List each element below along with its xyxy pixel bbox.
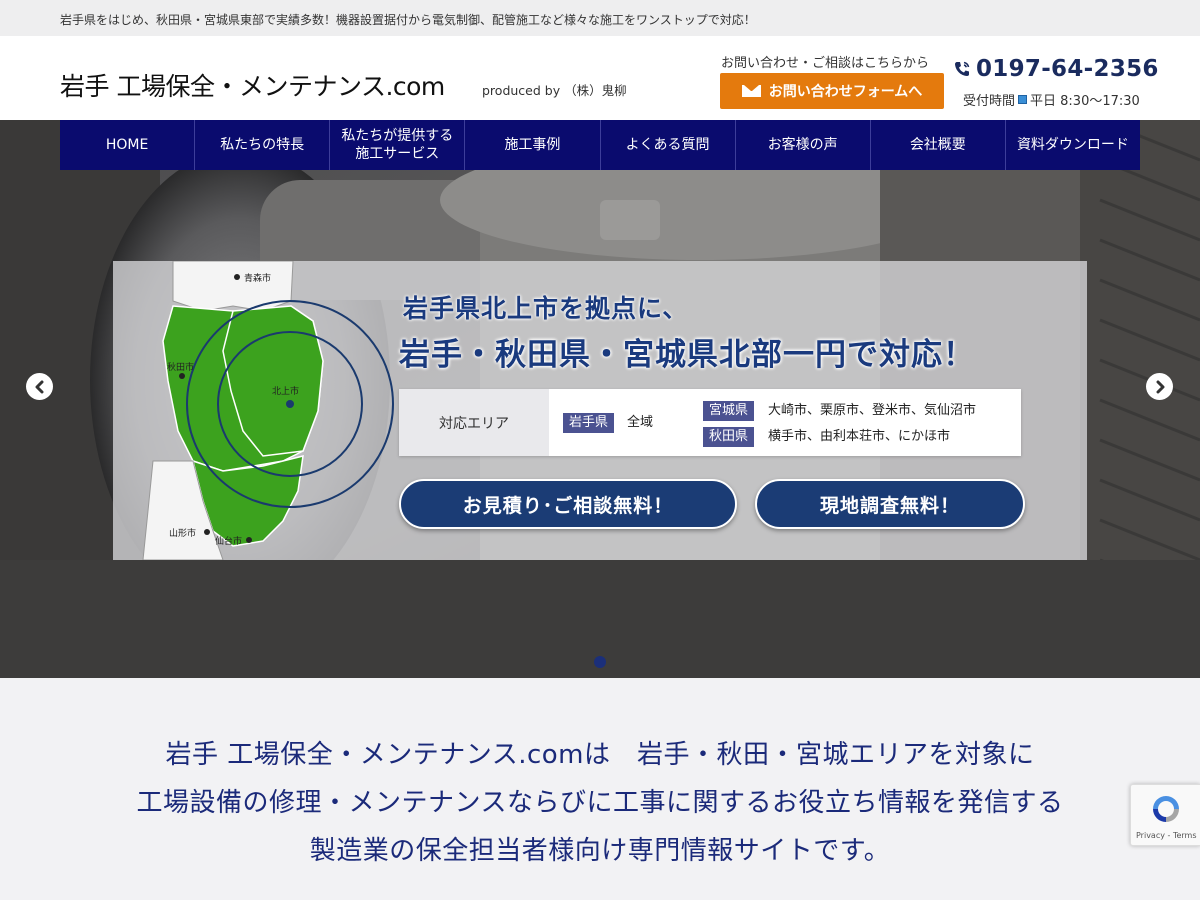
hours-label: 受付時間 bbox=[963, 94, 1016, 109]
hero-slider: 青森市 秋田市 北上市 山形市 仙台市 岩手県北上市を拠点に、 岩手・秋田県・宮… bbox=[0, 120, 1200, 678]
topbar-tagline: 岩手県をはじめ、秋田県・宮城県東部で実績多数！機器設置据付から電気制御、配管施工… bbox=[60, 13, 756, 27]
intro-section: 岩手 工場保全・メンテナンス.comは 岩手・秋田・宮城エリアを対象に 工場設備… bbox=[0, 678, 1200, 900]
mail-icon bbox=[741, 85, 761, 97]
intro-line-1: 岩手 工場保全・メンテナンス.comは 岩手・秋田・宮城エリアを対象に bbox=[165, 740, 1035, 770]
phone-contact[interactable]: 0197-64-2356 bbox=[952, 56, 1159, 82]
service-area-banner: 青森市 秋田市 北上市 山形市 仙台市 岩手県北上市を拠点に、 岩手・秋田県・宮… bbox=[113, 261, 1087, 560]
hours-bullet-icon bbox=[1018, 95, 1028, 104]
recaptcha-icon bbox=[1153, 796, 1179, 822]
contact-form-button[interactable]: お問い合わせフォームへ bbox=[720, 73, 944, 109]
topbar: 岩手県をはじめ、秋田県・宮城県東部で実績多数！機器設置据付から電気制御、配管施工… bbox=[0, 0, 1200, 36]
nav-item-home[interactable]: HOME bbox=[60, 120, 196, 170]
pref-area-miyagi: 大崎市、栗原市、登米市、気仙沼市 bbox=[768, 403, 977, 418]
business-hours: 受付時間 平日 8:30〜17:30 bbox=[963, 90, 1140, 109]
contact-label: お問い合わせ・ご相談はこちらから bbox=[721, 56, 930, 71]
hours-value: 平日 8:30〜17:30 bbox=[1030, 94, 1140, 109]
nav-item-case-studies[interactable]: 施工事例 bbox=[465, 120, 601, 170]
pref-tag-miyagi: 宮城県 bbox=[703, 401, 755, 421]
hero-headline-primary: 岩手県北上市を拠点に、 bbox=[403, 294, 689, 323]
produced-by: produced by （株）鬼柳 bbox=[482, 83, 627, 98]
tohoku-map bbox=[142, 261, 394, 560]
service-area-label: 対応エリア bbox=[399, 389, 549, 456]
nav-item-testimonials[interactable]: お客様の声 bbox=[736, 120, 871, 170]
nav-item-downloads[interactable]: 資料ダウンロード bbox=[1006, 120, 1140, 170]
free-estimate-button[interactable]: お見積り･ご相談無料！ bbox=[399, 479, 737, 529]
nav-item-services[interactable]: 私たちが提供する 施工サービス bbox=[330, 120, 466, 170]
slider-next-button[interactable] bbox=[1146, 373, 1173, 400]
slider-pagination-dot[interactable] bbox=[594, 656, 606, 668]
site-title[interactable]: 岩手 工場保全・メンテナンス.com bbox=[60, 67, 445, 103]
chevron-right-icon bbox=[1156, 380, 1164, 393]
hero-headline-secondary: 岩手・秋田県・宮城県北部一円で対応！ bbox=[399, 337, 975, 373]
recaptcha-links[interactable]: Privacy - Terms bbox=[1136, 831, 1197, 840]
nav-item-faq[interactable]: よくある質問 bbox=[601, 120, 736, 170]
contact-form-button-label: お問い合わせフォームへ bbox=[768, 84, 923, 100]
intro-line-2: 工場設備の修理・メンテナンスならびに工事に関するお役立ち情報を発信する bbox=[136, 788, 1064, 818]
recaptcha-badge[interactable]: Privacy - Terms bbox=[1130, 784, 1200, 846]
city-label-kitakami: 北上市 bbox=[272, 387, 300, 397]
free-site-survey-button[interactable]: 現地調査無料！ bbox=[755, 479, 1025, 529]
city-label-yamagata: 山形市 bbox=[169, 529, 197, 539]
pref-tag-iwate: 岩手県 bbox=[563, 413, 615, 433]
pref-tag-akita: 秋田県 bbox=[703, 427, 755, 447]
city-label-sendai: 仙台市 bbox=[215, 537, 243, 547]
phone-icon bbox=[955, 61, 970, 76]
main-navigation: HOME 私たちの特長 私たちが提供する 施工サービス 施工事例 よくある質問 … bbox=[60, 120, 1140, 170]
site-header: 岩手 工場保全・メンテナンス.com produced by （株）鬼柳 お問い… bbox=[0, 36, 1200, 120]
pref-area-akita: 横手市、由利本荘市、にかほ市 bbox=[768, 429, 951, 444]
city-label-akita: 秋田市 bbox=[167, 363, 195, 373]
intro-line-3: 製造業の保全担当者様向け専門情報サイトです。 bbox=[309, 836, 891, 866]
slider-prev-button[interactable] bbox=[26, 373, 53, 400]
service-area-table: 対応エリア 岩手県 全域 宮城県 大崎市、栗原市、登米市、気仙沼市 秋田県 横手… bbox=[399, 389, 1021, 456]
phone-number: 0197-64-2356 bbox=[976, 56, 1159, 82]
city-label-aomori: 青森市 bbox=[244, 274, 272, 284]
nav-item-company[interactable]: 会社概要 bbox=[871, 120, 1006, 170]
nav-item-features[interactable]: 私たちの特長 bbox=[195, 120, 331, 170]
pref-area-iwate: 全域 bbox=[627, 415, 654, 430]
chevron-left-icon bbox=[35, 380, 43, 393]
